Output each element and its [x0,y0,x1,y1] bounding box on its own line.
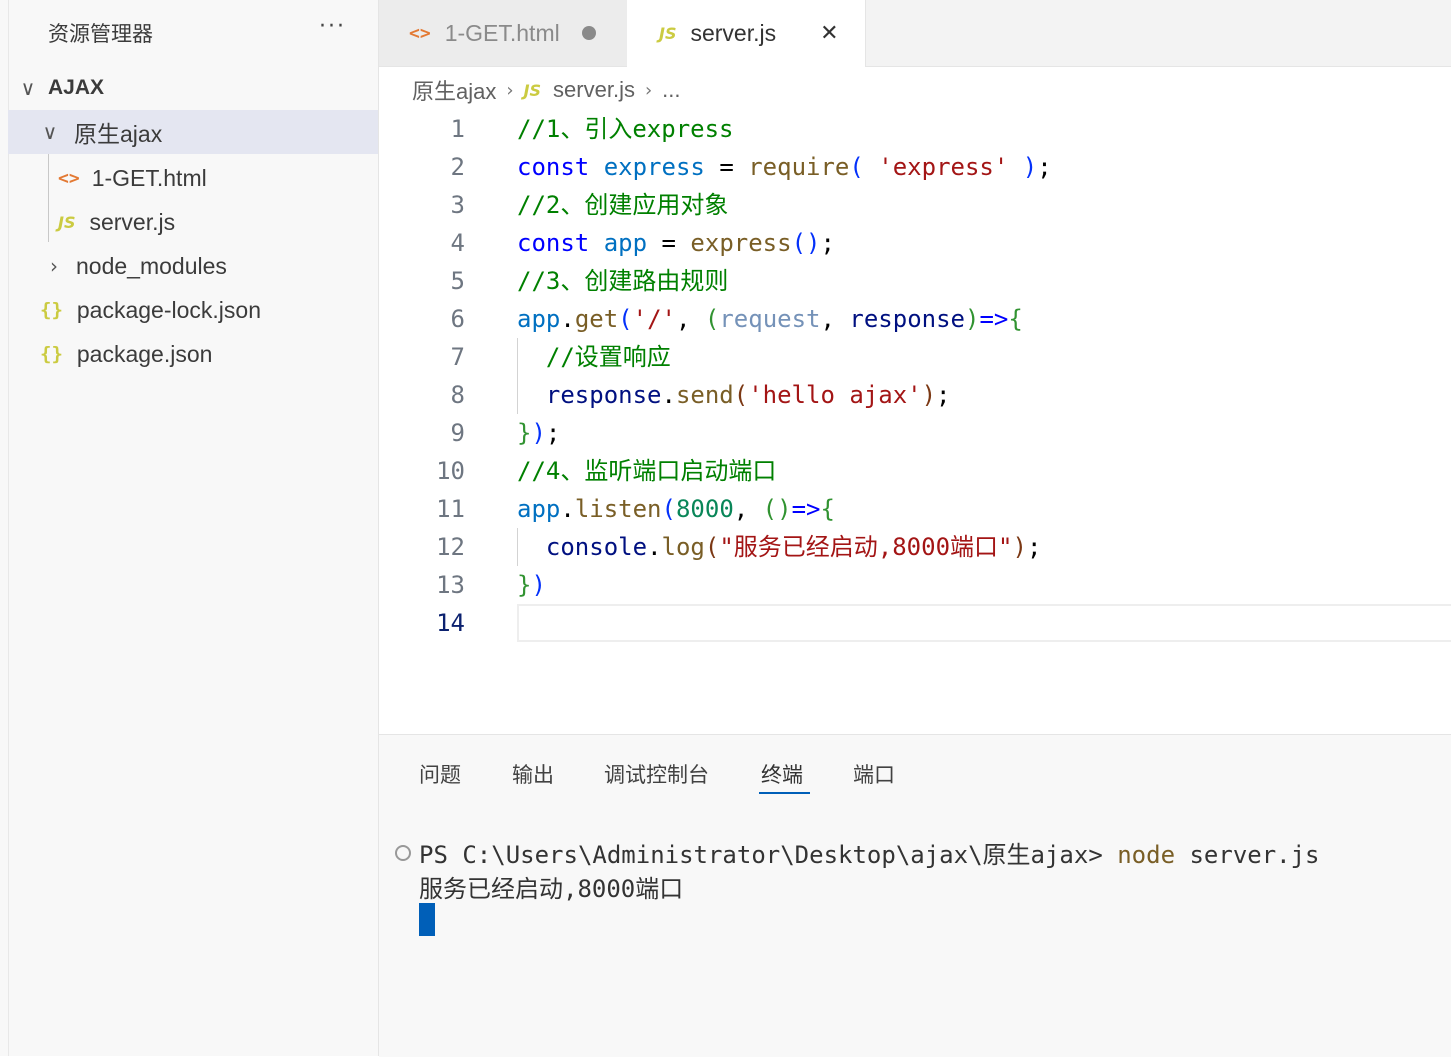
code-line: console.log("服务已经启动,8000端口"); [545,533,1042,561]
line-number: 14 [436,609,465,637]
line-number: 6 [450,305,465,333]
tree-item-package-json[interactable]: {} package.json [8,332,378,376]
more-actions-icon[interactable]: ··· [319,14,346,39]
tab-output[interactable]: 输出 [512,759,554,789]
tree-item-label: server.js [89,208,176,235]
line-number: 9 [450,419,465,447]
line-number: 1 [450,115,465,143]
command-status-circle-icon[interactable] [395,845,411,861]
line-number: 8 [450,381,465,409]
code-line: //设置响应 [545,343,671,371]
chevron-right-icon: › [644,79,653,101]
tab-label: 1-GET.html [444,19,560,46]
tab-debug-console[interactable]: 调试控制台 [604,759,709,789]
tree-item-package-lock-json[interactable]: {} package-lock.json [8,288,378,332]
code-line: app.listen(8000, ()=>{ [517,495,835,523]
breadcrumb-symbol[interactable]: ... [662,77,680,103]
tree-item-label: 1-GET.html [91,164,207,191]
line-number: 13 [436,571,465,599]
terminal-cursor[interactable] [419,903,435,936]
line-number: 10 [436,457,465,485]
code-line: //4、监听端口启动端口 [517,457,777,485]
code-line: }); [517,419,561,447]
close-icon[interactable]: ✕ [820,21,838,46]
code-line: }) [517,571,546,599]
tree-item-node-modules[interactable]: › node_modules [8,244,378,288]
terminal-output-line: 服务已经启动,8000端口 [419,875,684,903]
tree-item-1-get-html[interactable]: <> 1-GET.html [8,156,378,200]
line-number: 7 [450,343,465,371]
js-file-icon: JS [523,80,542,100]
tab-label: server.js [690,20,777,46]
tab-server-js[interactable]: JS server.js ✕ [627,0,866,67]
code-editor[interactable]: 1 //1、引入express 2 const express = require(… [379,110,1451,730]
terminal-prompt: PS C:\Users\Administrator\Desktop\ajax\原… [419,841,1118,869]
code-line: app.get('/', (request, response)=>{ [517,305,1023,333]
tree-item-server-js[interactable]: JS server.js [8,200,378,244]
json-file-icon: {} [40,343,63,365]
tree-item-label: package-lock.json [76,296,261,323]
tab-1-get-html[interactable]: <> 1-GET.html [379,0,628,66]
code-line: const app = express(); [517,229,835,257]
tab-terminal[interactable]: 终端 [761,759,803,789]
code-line: const express = require( 'express' ); [517,153,1052,181]
terminal-command-line: PS C:\Users\Administrator\Desktop\ajax\原… [419,835,1320,870]
bottom-panel: 问题 输出 调试控制台 终端 端口 PS C:\Users\Administra… [379,734,1451,1057]
line-number: 2 [450,153,465,181]
chevron-down-icon: ∨ [20,76,36,100]
tree-item-label: node_modules [76,252,227,279]
terminal-command-name: node [1117,841,1176,869]
code-line: //1、引入express [517,115,734,143]
breadcrumb: 原生ajax › JS server.js › ... [412,72,681,108]
breadcrumb-file[interactable]: server.js [553,77,635,103]
line-number: 3 [450,191,465,219]
line-number: 11 [436,495,465,523]
line-number: 12 [436,533,465,561]
line-number: 4 [450,229,465,257]
html-file-icon: <> [58,167,80,189]
tab-problems[interactable]: 问题 [419,759,461,789]
active-tab-indicator [759,792,810,794]
line-number: 5 [450,267,465,295]
explorer-title: 资源管理器 [48,22,153,46]
unsaved-dot-icon[interactable] [581,26,596,40]
js-file-icon: JS [659,24,677,43]
tree-item-label: package.json [76,340,213,367]
tree-item-folder-yuansheng-ajax[interactable]: ∨ 原生ajax [8,110,378,154]
html-file-icon: <> [409,22,431,44]
terminal-command-args: server.js [1175,841,1320,869]
tab-ports[interactable]: 端口 [853,759,895,789]
explorer-sidebar: 资源管理器 ··· ∨ AJAX ∨ 原生ajax <> 1-GET.html … [0,0,379,1056]
breadcrumb-folder[interactable]: 原生ajax [412,74,496,106]
code-line: //2、创建应用对象 [517,191,729,219]
chevron-right-icon: › [50,254,58,278]
code-line: //3、创建路由规则 [517,267,729,295]
chevron-down-icon: ∨ [42,120,58,144]
json-file-icon: {} [40,299,63,321]
tree-item-label: 原生ajax [74,121,163,147]
editor-tab-bar: <> 1-GET.html JS server.js ✕ [379,0,1451,67]
code-line: response.send('hello ajax'); [545,381,951,409]
js-file-icon: JS [58,212,76,232]
chevron-right-icon: › [506,79,514,101]
tree-root-label: AJAX [48,76,105,99]
tree-root-ajax[interactable]: ∨ AJAX [8,66,378,110]
